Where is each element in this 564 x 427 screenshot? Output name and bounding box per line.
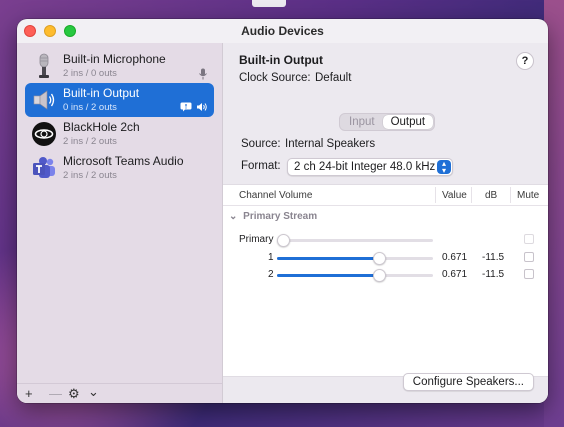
device-name: BlackHole 2ch [63, 120, 140, 134]
device-channels: 2 ins / 0 outs [63, 68, 117, 79]
speaker-icon [33, 90, 55, 110]
channel-label: 1 [268, 252, 274, 263]
col-db[interactable]: dB [485, 190, 497, 201]
device-badges [180, 102, 208, 112]
window-title: Audio Devices [241, 24, 324, 38]
volume-slider-primary[interactable] [277, 234, 433, 247]
channel-db: -11.5 [482, 252, 505, 263]
clock-source-value[interactable]: Default [315, 72, 351, 84]
mute-checkbox-ch1[interactable] [524, 252, 534, 262]
col-separator [435, 187, 436, 203]
channel-volume-table: Channel Volume Value dB Mute ⌄ Primary S… [223, 184, 548, 377]
help-button[interactable]: ? [516, 52, 534, 70]
format-label: Format: [241, 160, 281, 172]
io-segmented-control: Input Output [339, 113, 436, 131]
volume-slider-ch1[interactable] [277, 252, 433, 265]
header-divider [223, 205, 548, 206]
add-device-button[interactable]: + [25, 386, 33, 401]
device-detail-pane: Built-in Output Clock Source: Default ? … [223, 43, 548, 403]
channel-label: Primary [239, 234, 274, 245]
format-select[interactable]: 2 ch 24-bit Integer 48.0 kHz ▴ ▾ [287, 158, 453, 176]
traffic-lights [24, 25, 76, 37]
device-channels: 2 ins / 2 outs [63, 170, 117, 181]
device-name: Microsoft Teams Audio [63, 154, 184, 168]
col-separator [471, 187, 472, 203]
remove-device-button[interactable]: — [49, 386, 62, 401]
clock-source-label: Clock Source: [239, 72, 311, 84]
device-item-built-in-microphone[interactable]: Built-in Microphone 2 ins / 0 outs [25, 49, 214, 83]
mute-checkbox-ch2[interactable] [524, 269, 534, 279]
alert-badge-icon [180, 102, 192, 112]
channel-label: 2 [268, 269, 274, 280]
col-separator [510, 187, 511, 203]
zoom-button[interactable] [64, 25, 76, 37]
minimize-button[interactable] [44, 25, 56, 37]
col-mute[interactable]: Mute [517, 190, 539, 201]
slider-knob[interactable] [277, 234, 290, 247]
slider-knob[interactable] [372, 252, 386, 265]
menu-tab [252, 0, 286, 7]
mute-checkbox-primary[interactable] [524, 234, 534, 244]
slider-fill [277, 257, 380, 260]
gear-icon[interactable]: ⚙ [68, 386, 80, 402]
select-arrows-icon: ▴ ▾ [437, 160, 451, 175]
device-sidebar: Built-in Microphone 2 ins / 0 outs Built… [17, 43, 222, 403]
source-value: Internal Speakers [285, 138, 376, 150]
device-badges [198, 68, 208, 80]
tab-input[interactable]: Input [341, 115, 383, 129]
slider-fill [277, 274, 380, 277]
tab-output[interactable]: Output [382, 115, 434, 129]
col-value[interactable]: Value [442, 190, 467, 201]
disclosure-chevron-icon[interactable]: ⌄ [229, 211, 237, 222]
col-channel-volume[interactable]: Channel Volume [239, 190, 312, 201]
teams-icon [33, 157, 55, 178]
blackhole-icon [32, 122, 56, 146]
channel-value: 0.671 [442, 269, 468, 280]
stream-group-header[interactable]: ⌄ Primary Stream [229, 211, 317, 222]
output-speaker-icon [197, 103, 207, 111]
channel-db: -11.5 [482, 269, 505, 280]
sidebar-footer: + — ⚙ ⌄ [17, 383, 222, 403]
microphone-icon [39, 53, 49, 78]
device-name: Built-in Output [63, 86, 140, 100]
device-item-microsoft-teams-audio[interactable]: Microsoft Teams Audio 2 ins / 2 outs [25, 151, 214, 185]
device-channels: 2 ins / 2 outs [63, 136, 117, 147]
input-mic-icon [199, 68, 207, 80]
configure-speakers-button[interactable]: Configure Speakers... [402, 373, 534, 391]
volume-slider-ch2[interactable] [277, 269, 433, 282]
device-channels: 0 ins / 2 outs [63, 102, 117, 113]
device-title: Built-in Output [239, 53, 323, 67]
audio-devices-window: Audio Devices Built-in Microphone 2 ins … [17, 19, 548, 403]
device-name: Built-in Microphone [63, 52, 166, 66]
device-item-blackhole-2ch[interactable]: BlackHole 2ch 2 ins / 2 outs [25, 117, 214, 151]
channel-value: 0.671 [442, 252, 468, 263]
slider-knob[interactable] [372, 269, 386, 282]
stream-group-label: Primary Stream [243, 211, 318, 222]
device-item-built-in-output[interactable]: Built-in Output 0 ins / 2 outs [25, 83, 214, 117]
close-button[interactable] [24, 25, 36, 37]
chevron-down-icon[interactable]: ⌄ [88, 384, 99, 400]
source-label: Source: [241, 138, 281, 150]
format-value: 2 ch 24-bit Integer 48.0 kHz [294, 161, 436, 173]
